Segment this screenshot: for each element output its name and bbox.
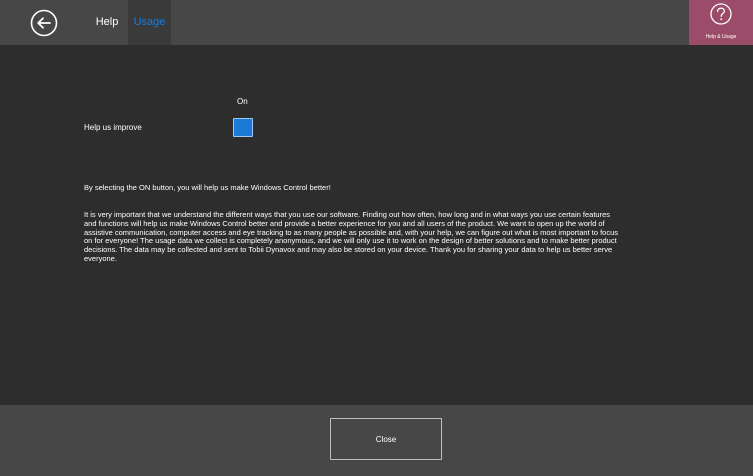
close-button[interactable]: Close	[330, 418, 442, 460]
toggle-state-label: On	[237, 97, 248, 106]
selecting-info-text: By selecting the ON button, you will hel…	[84, 183, 331, 192]
back-arrow-icon	[30, 9, 58, 37]
top-bar: Help Usage Help & Usage	[0, 0, 753, 45]
question-mark-icon	[710, 3, 732, 25]
help-us-improve-label: Help us improve	[84, 123, 142, 132]
usage-description: It is very important that we understand …	[84, 210, 619, 263]
help-and-usage-label: Help & Usage	[705, 34, 737, 40]
help-us-improve-toggle[interactable]	[233, 118, 253, 137]
tab-help[interactable]: Help	[88, 0, 126, 45]
back-button[interactable]	[30, 9, 58, 37]
help-and-usage-button[interactable]: Help & Usage	[689, 0, 753, 45]
tab-usage[interactable]: Usage	[128, 0, 171, 45]
